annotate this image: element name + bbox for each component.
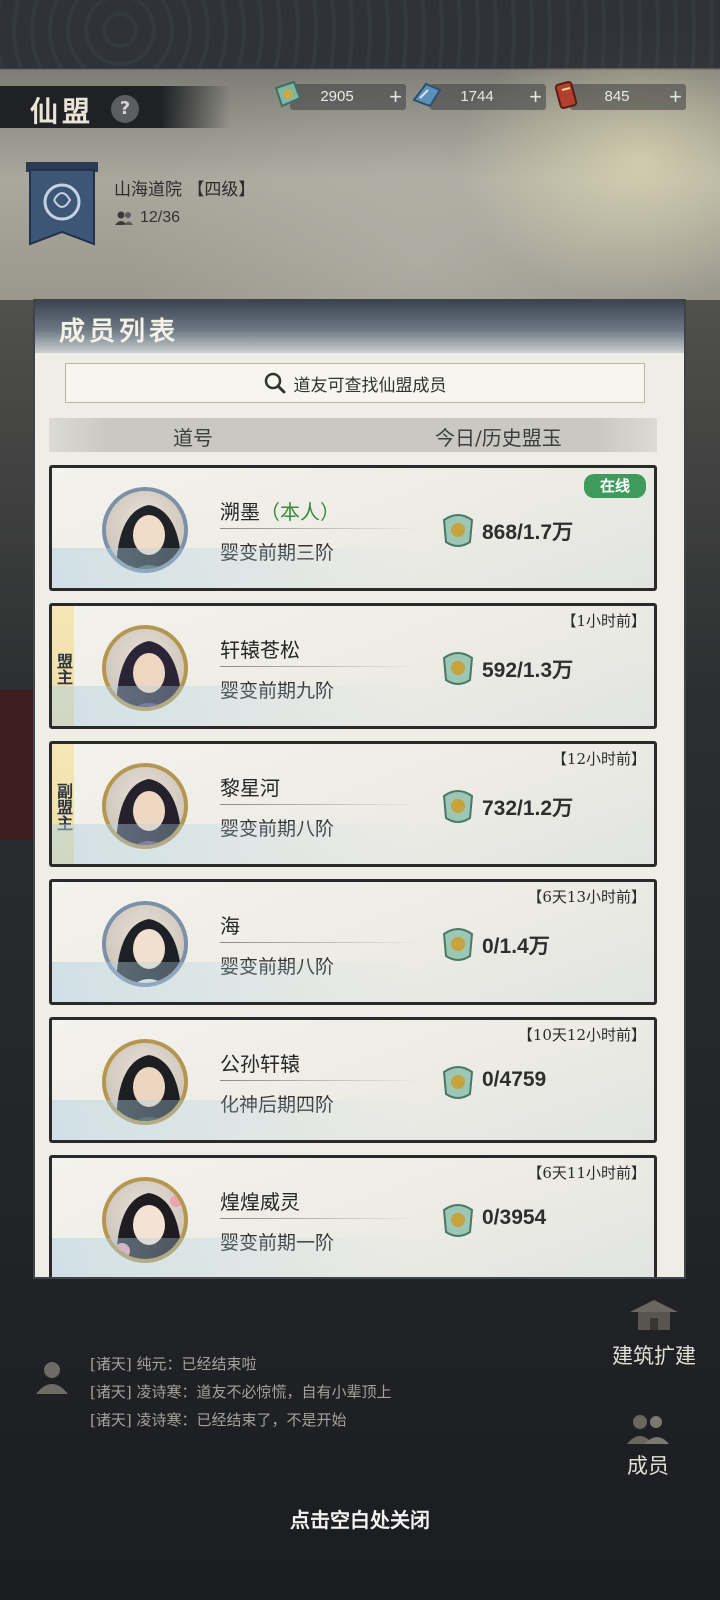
column-header-name: 道号 bbox=[173, 426, 213, 450]
member-avatar[interactable] bbox=[102, 763, 188, 849]
pavilion-icon bbox=[630, 1300, 678, 1330]
member-realm: 婴变前期三阶 bbox=[220, 542, 335, 564]
league-jade-icon bbox=[442, 1204, 474, 1237]
last-online-time: 【12小时前】 bbox=[551, 750, 646, 768]
member-row[interactable]: 煌煌威灵 婴变前期一阶 0/3954 【6天11小时前】 bbox=[49, 1155, 657, 1277]
currency-jade-add-button[interactable]: + bbox=[389, 84, 402, 110]
member-realm: 化神后期四阶 bbox=[220, 1094, 335, 1116]
chat-message: [诸天] 凌诗寒：道友不必惊慌，自有小辈顶上 bbox=[90, 1383, 392, 1401]
name-divider bbox=[220, 666, 420, 667]
member-row[interactable]: 公孙轩辕 化神后期四阶 0/4759 【10天12小时前】 bbox=[49, 1017, 657, 1143]
character-portrait-icon bbox=[116, 779, 182, 845]
search-placeholder: 道友可查找仙盟成员 bbox=[293, 375, 447, 396]
member-realm: 婴变前期八阶 bbox=[220, 818, 335, 840]
member-avatar[interactable] bbox=[102, 1039, 188, 1125]
sect-name: 山海道院 【四级】 bbox=[114, 180, 256, 200]
members-group-icon bbox=[627, 1415, 669, 1444]
currency-crystal: 1744 + bbox=[412, 82, 546, 110]
column-header-score: 今日/历史盟玉 bbox=[435, 426, 562, 450]
member-name: 煌煌威灵 bbox=[220, 1190, 300, 1214]
member-list-panel: 成员列表 道友可查找仙盟成员 道号 今日/历史盟玉 溯墨（本人） 婴变前期三阶 … bbox=[33, 299, 686, 1279]
currency-scroll-add-button[interactable]: + bbox=[669, 84, 682, 110]
role-tag-leader: 盟主 bbox=[52, 606, 74, 726]
member-realm: 婴变前期一阶 bbox=[220, 1232, 335, 1254]
member-search-input[interactable]: 道友可查找仙盟成员 bbox=[65, 363, 645, 403]
member-realm: 婴变前期八阶 bbox=[220, 956, 335, 978]
members-button[interactable]: 成员 bbox=[612, 1412, 684, 1480]
member-score: 0/3954 bbox=[482, 1206, 547, 1229]
last-online-time: 【10天12小时前】 bbox=[517, 1026, 646, 1044]
help-icon[interactable]: ? bbox=[111, 95, 139, 123]
member-row[interactable]: 海 婴变前期八阶 0/1.4万 【6天13小时前】 bbox=[49, 879, 657, 1005]
chat-feed[interactable]: [诸天] 纯元：已经结束啦 [诸天] 凌诗寒：道友不必惊慌，自有小辈顶上 [诸天… bbox=[90, 1350, 391, 1434]
currency-jade-value: 2905 bbox=[320, 88, 354, 105]
top-decor-band bbox=[0, 0, 720, 68]
league-jade-icon bbox=[442, 514, 474, 547]
chat-message: [诸天] 纯元：已经结束啦 bbox=[90, 1355, 257, 1373]
building-expand-label: 建筑扩建 bbox=[612, 1344, 696, 1368]
character-portrait-icon bbox=[114, 1193, 182, 1259]
name-divider bbox=[220, 942, 420, 943]
member-name: 海 bbox=[220, 914, 240, 938]
league-jade-icon bbox=[442, 1066, 474, 1099]
member-name: 公孙轩辕 bbox=[220, 1052, 300, 1076]
name-divider bbox=[220, 1080, 420, 1081]
member-row[interactable]: 副盟主 黎星河 婴变前期八阶 732/1.2万 【12小时前】 bbox=[49, 741, 657, 867]
character-portrait-icon bbox=[116, 505, 182, 569]
member-avatar[interactable] bbox=[102, 1177, 188, 1263]
member-score: 0/1.4万 bbox=[482, 935, 550, 958]
currency-scroll: 845 + bbox=[554, 81, 686, 110]
close-hint[interactable]: 点击空白处关闭 bbox=[0, 1504, 720, 1533]
member-row[interactable]: 盟主 轩辕苍松 婴变前期九阶 592/1.3万 【1小时前】 bbox=[49, 603, 657, 729]
name-divider bbox=[220, 804, 420, 805]
member-row[interactable]: 溯墨（本人） 婴变前期三阶 868/1.7万 在线 bbox=[49, 465, 657, 591]
sect-member-count: 12/36 bbox=[114, 209, 180, 227]
member-name: 轩辕苍松 bbox=[220, 638, 300, 662]
online-status-badge: 在线 bbox=[584, 474, 646, 498]
search-icon bbox=[264, 372, 285, 394]
name-divider bbox=[220, 528, 420, 529]
character-portrait-icon bbox=[116, 641, 182, 707]
member-avatar[interactable] bbox=[102, 901, 188, 987]
member-avatar[interactable] bbox=[102, 487, 188, 573]
character-portrait-icon bbox=[116, 919, 182, 983]
role-tag-vice-leader: 副盟主 bbox=[52, 744, 74, 864]
currency-scroll-value: 845 bbox=[604, 88, 630, 105]
member-score: 868/1.7万 bbox=[482, 521, 574, 544]
sect-emblem-icon[interactable] bbox=[24, 160, 100, 252]
member-name: 黎星河 bbox=[220, 776, 280, 800]
members-icon bbox=[115, 211, 133, 225]
character-portrait-icon bbox=[116, 1055, 182, 1121]
page-title: 仙盟 bbox=[30, 95, 95, 128]
name-divider bbox=[220, 1218, 420, 1219]
currency-jade: 2905 + bbox=[274, 80, 406, 110]
chat-message: [诸天] 凌诗寒：已经结束了，不是开始 bbox=[90, 1411, 347, 1429]
league-jade-icon bbox=[442, 790, 474, 823]
currency-crystal-value: 1744 bbox=[460, 88, 494, 105]
league-jade-icon bbox=[442, 928, 474, 961]
self-tag: （本人） bbox=[260, 500, 340, 524]
last-online-time: 【6天11小时前】 bbox=[527, 1164, 646, 1182]
member-count-text: 12/36 bbox=[140, 209, 181, 226]
members-label: 成员 bbox=[627, 1454, 669, 1478]
member-name: 溯墨（本人） bbox=[220, 500, 340, 524]
panel-title: 成员列表 bbox=[59, 317, 180, 347]
member-avatar[interactable] bbox=[102, 625, 188, 711]
chat-speaker-icon[interactable] bbox=[32, 1356, 72, 1396]
currency-crystal-add-button[interactable]: + bbox=[529, 84, 542, 110]
league-jade-icon bbox=[442, 652, 474, 685]
member-score: 592/1.3万 bbox=[482, 659, 574, 682]
member-score: 0/4759 bbox=[482, 1068, 547, 1091]
last-online-time: 【1小时前】 bbox=[561, 612, 646, 630]
building-expand-button[interactable]: 建筑扩建 bbox=[604, 1296, 704, 1370]
last-online-time: 【6天13小时前】 bbox=[527, 888, 646, 906]
member-realm: 婴变前期九阶 bbox=[220, 680, 335, 702]
member-score: 732/1.2万 bbox=[482, 797, 574, 820]
column-header: 道号 今日/历史盟玉 bbox=[49, 418, 657, 452]
